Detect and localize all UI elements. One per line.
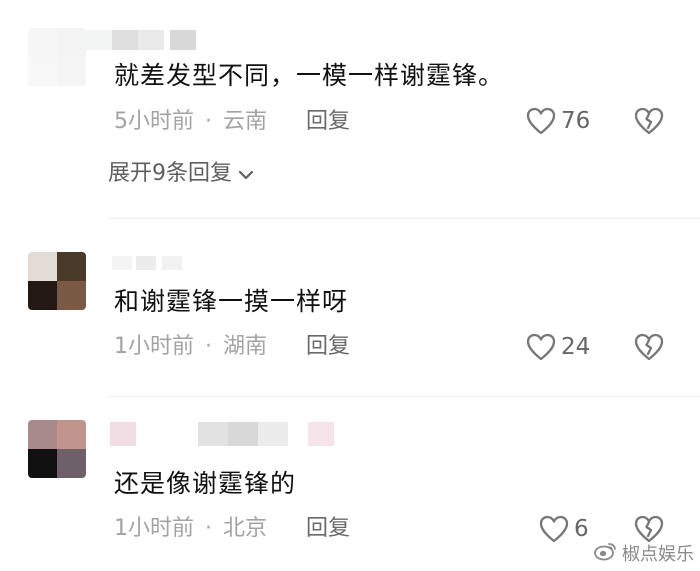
comment-time: 5小时前: [114, 109, 194, 134]
comment-meta: 1小时前 · 北京: [114, 515, 267, 543]
comment-location: 云南: [223, 109, 268, 134]
heart-icon: [525, 332, 557, 362]
divider: [108, 396, 700, 397]
meta-separator: ·: [205, 109, 212, 134]
comment-time: 1小时前: [114, 334, 194, 359]
comment-time: 1小时前: [114, 516, 194, 541]
broken-heart-icon: [633, 107, 665, 140]
like-button[interactable]: 6: [538, 514, 589, 544]
watermark-text: 椒点娱乐: [622, 544, 694, 565]
avatar[interactable]: [28, 252, 86, 310]
reply-button[interactable]: 回复: [306, 333, 350, 361]
divider: [108, 218, 700, 219]
comment-meta: 1小时前 · 湖南: [114, 333, 267, 361]
meta-separator: ·: [205, 516, 212, 541]
watermark: 椒点娱乐: [594, 540, 694, 566]
broken-heart-icon: [633, 333, 665, 366]
chevron-down-icon: [238, 160, 254, 188]
expand-replies-button[interactable]: 展开9条回复: [108, 160, 254, 188]
like-count: 76: [561, 108, 591, 134]
username-blurred[interactable]: [112, 256, 192, 276]
avatar[interactable]: [28, 28, 86, 86]
username-blurred[interactable]: [86, 30, 206, 50]
comment-text: 就差发型不同，一模一样谢霆锋。: [114, 61, 505, 90]
avatar[interactable]: [28, 420, 86, 478]
like-button[interactable]: 76: [525, 106, 590, 136]
reply-button[interactable]: 回复: [306, 515, 350, 543]
heart-icon: [525, 106, 557, 136]
comment-text: 和谢霆锋一摸一样呀: [114, 287, 349, 316]
dislike-button[interactable]: [633, 332, 665, 366]
heart-icon: [538, 514, 570, 544]
comment-location: 北京: [223, 516, 268, 541]
comment-text: 还是像谢霆锋的: [114, 469, 297, 498]
like-button[interactable]: 24: [525, 332, 590, 362]
expand-replies-label: 展开9条回复: [108, 161, 232, 186]
like-count: 24: [561, 334, 591, 360]
comment-location: 湖南: [223, 334, 268, 359]
username-blurred[interactable]: [110, 422, 360, 446]
reply-button[interactable]: 回复: [306, 108, 350, 136]
comment-meta: 5小时前 · 云南: [114, 108, 267, 136]
dislike-button[interactable]: [633, 106, 665, 140]
like-count: 6: [574, 516, 589, 542]
meta-separator: ·: [205, 334, 212, 359]
weibo-icon: [594, 541, 618, 566]
